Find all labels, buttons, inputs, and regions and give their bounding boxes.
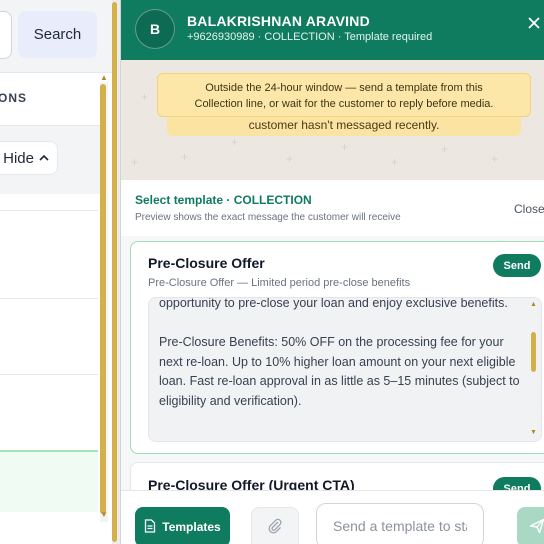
chevron-up-icon	[39, 152, 49, 164]
template-picker-title: Select template · COLLECTION	[135, 193, 312, 207]
composer: Templates	[121, 490, 544, 544]
send-button[interactable]	[517, 507, 544, 544]
scroll-down-icon[interactable]: ▼	[530, 429, 537, 436]
chat-panel: B BALAKRISHNAN ARAVIND +9626930989 · COL…	[120, 0, 544, 544]
notice-banner: Outside the 24-hour window — send a temp…	[157, 73, 531, 117]
send-template-button[interactable]: Send	[493, 477, 541, 490]
template-card[interactable]: Pre-Closure Offer Pre-Closure Offer — Li…	[130, 241, 544, 454]
list-item[interactable]	[0, 299, 98, 373]
page-scrollbar-thumb[interactable]	[112, 2, 117, 542]
chat-background: + + + + + + + + + customer hasn't messag…	[121, 60, 544, 180]
template-description: Pre-Closure Offer — Limited period pre-c…	[148, 277, 411, 289]
notice-line-1: Outside the 24-hour window — send a temp…	[205, 82, 483, 94]
template-preview[interactable]: opportunity to pre-close your loan and e…	[148, 297, 542, 442]
section-header: ONS	[0, 73, 104, 126]
message-input[interactable]	[316, 503, 484, 544]
scroll-up-icon[interactable]: ▲	[530, 301, 537, 308]
send-template-button[interactable]: Send	[493, 254, 541, 277]
attach-button[interactable]	[251, 507, 299, 544]
close-button[interactable]: Close	[514, 202, 544, 216]
template-name: Pre-Closure Offer	[148, 255, 265, 271]
template-picker-header: Select template · COLLECTION Preview sho…	[121, 180, 544, 236]
contact-details: +9626930989 · COLLECTION · Template requ…	[187, 31, 433, 43]
template-picker-subtitle: Preview shows the exact message the cust…	[135, 212, 401, 223]
preview-paragraph: Pre-Closure Benefits: 50% OFF on the pro…	[159, 335, 520, 408]
templates-button-label: Templates	[162, 520, 221, 534]
list-item[interactable]	[0, 211, 98, 297]
row-divider	[0, 374, 98, 375]
scroll-up-icon[interactable]: ▲	[100, 73, 108, 82]
document-icon	[144, 518, 156, 536]
background-app: Search ONS Hide ▲ ▼	[0, 0, 112, 544]
chat-header: B BALAKRISHNAN ARAVIND +9626930989 · COL…	[121, 0, 544, 60]
search-bar: Search	[0, 0, 112, 73]
hide-button[interactable]: Hide	[0, 141, 58, 175]
preview-paragraph: opportunity to pre-close your loan and e…	[159, 297, 508, 310]
section-label: ONS	[0, 91, 28, 105]
search-button[interactable]: Search	[18, 11, 97, 58]
contact-name: BALAKRISHNAN ARAVIND	[187, 13, 370, 29]
templates-button[interactable]: Templates	[135, 507, 230, 544]
template-card[interactable]: Pre-Closure Offer (Urgent CTA) Send	[130, 462, 544, 490]
scrollbar-thumb[interactable]	[100, 84, 106, 514]
preview-text: opportunity to pre-close your loan and e…	[159, 297, 521, 411]
close-icon[interactable]	[527, 14, 541, 35]
filter-bar: Hide	[0, 126, 104, 194]
scroll-down-icon[interactable]: ▼	[100, 510, 108, 519]
preview-scrollbar-thumb[interactable]	[531, 332, 536, 372]
hide-label: Hide	[3, 149, 34, 167]
template-list: Pre-Closure Offer Pre-Closure Offer — Li…	[121, 236, 544, 490]
notice-line-2: Collection line, or wait for the custome…	[194, 98, 494, 110]
list-item-selected[interactable]	[0, 450, 98, 512]
template-name: Pre-Closure Offer (Urgent CTA)	[148, 477, 355, 490]
send-icon	[529, 518, 544, 537]
search-input[interactable]	[0, 11, 12, 59]
paperclip-icon	[268, 518, 282, 539]
avatar: B	[135, 9, 175, 49]
